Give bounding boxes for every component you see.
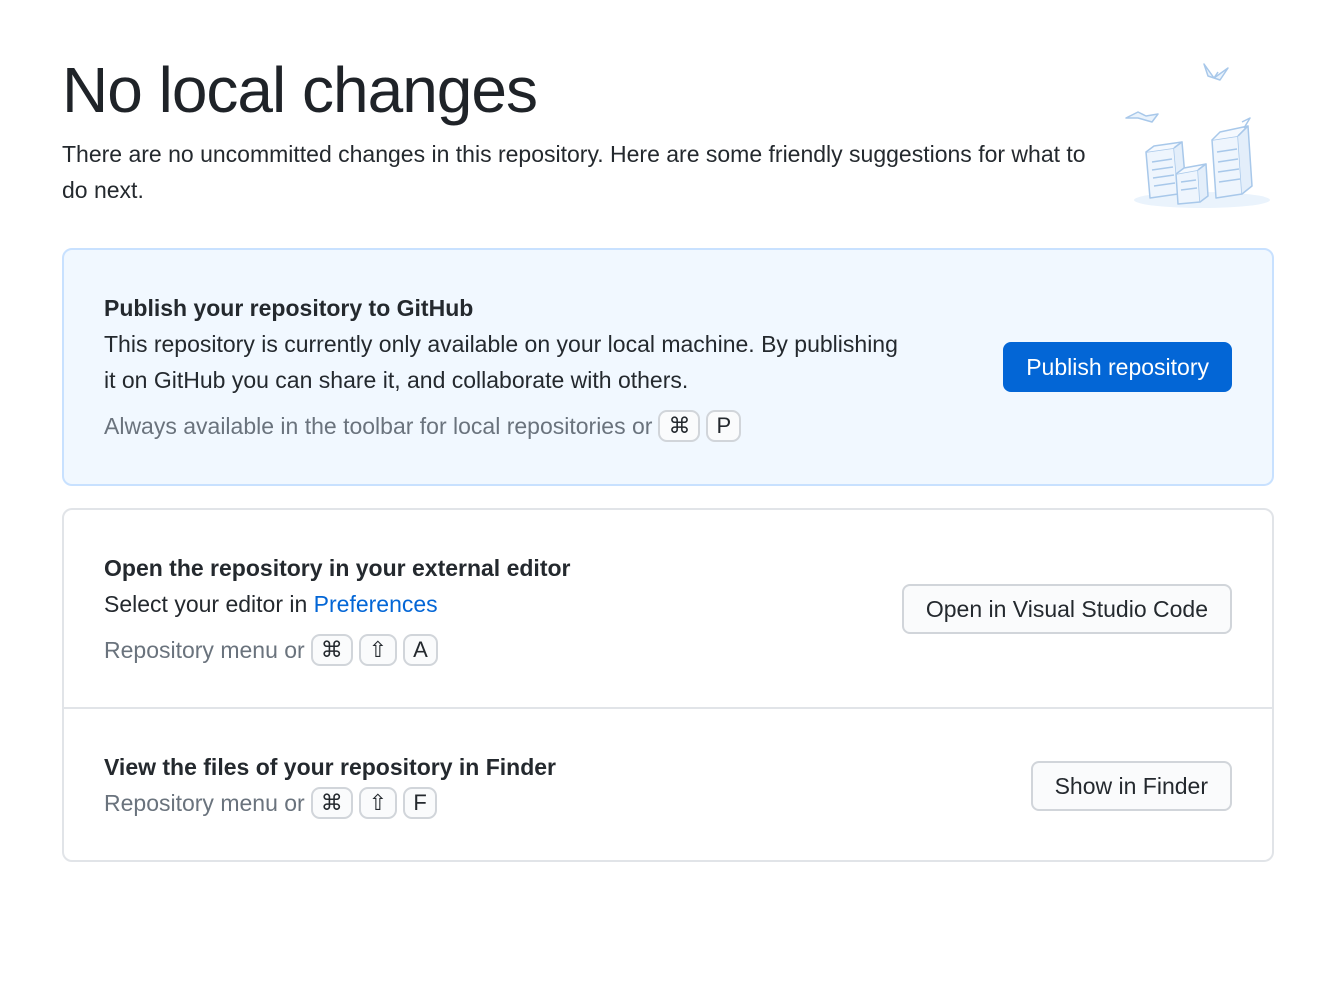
- editor-description: Select your editor in Preferences: [104, 586, 804, 622]
- publish-description: This repository is currently only availa…: [104, 331, 898, 393]
- no-changes-page: No local changes There are no uncommitte…: [0, 0, 1336, 990]
- editor-description-text: Select your editor in: [104, 591, 308, 617]
- publish-text-block: Publish your repository to GitHub This r…: [104, 290, 904, 444]
- open-in-editor-button[interactable]: Open in Visual Studio Code: [901, 584, 1232, 634]
- shift-key: ⇧: [358, 787, 398, 819]
- publish-hint-text: Always available in the toolbar for loca…: [104, 413, 653, 439]
- page-subtitle: There are no uncommitted changes in this…: [62, 141, 1086, 203]
- show-in-finder-button[interactable]: Show in Finder: [1030, 761, 1232, 811]
- publish-hint: Always available in the toolbar for loca…: [104, 408, 904, 444]
- suggestions-card: Open the repository in your external edi…: [62, 508, 1274, 862]
- finder-row: View the files of your repository in Fin…: [64, 709, 1272, 860]
- finder-hint-text: Repository menu or: [104, 790, 305, 816]
- p-key: P: [706, 410, 742, 442]
- paper-stack-illustration-icon: [1124, 56, 1274, 212]
- editor-text-block: Open the repository in your external edi…: [104, 550, 804, 668]
- header: No local changes There are no uncommitte…: [62, 0, 1274, 248]
- preferences-link[interactable]: Preferences: [314, 591, 438, 617]
- command-key: ⌘: [310, 634, 353, 666]
- a-key: A: [403, 634, 438, 666]
- command-key: ⌘: [658, 410, 701, 442]
- editor-title: Open the repository in your external edi…: [104, 555, 571, 581]
- publish-repository-button[interactable]: Publish repository: [1003, 342, 1232, 392]
- editor-hint-text: Repository menu or: [104, 637, 305, 663]
- publish-card: Publish your repository to GitHub This r…: [62, 248, 1274, 486]
- finder-title: View the files of your repository in Fin…: [104, 754, 556, 780]
- page-title: No local changes: [62, 54, 538, 126]
- editor-row: Open the repository in your external edi…: [64, 510, 1272, 709]
- editor-hint: Repository menu or ⌘ ⇧ A: [104, 632, 804, 668]
- publish-title: Publish your repository to GitHub: [104, 295, 474, 321]
- finder-text-block: View the files of your repository in Fin…: [104, 749, 804, 821]
- command-key: ⌘: [310, 787, 353, 819]
- f-key: F: [403, 787, 438, 819]
- shift-key: ⇧: [358, 634, 398, 666]
- finder-hint: Repository menu or ⌘ ⇧ F: [104, 785, 804, 821]
